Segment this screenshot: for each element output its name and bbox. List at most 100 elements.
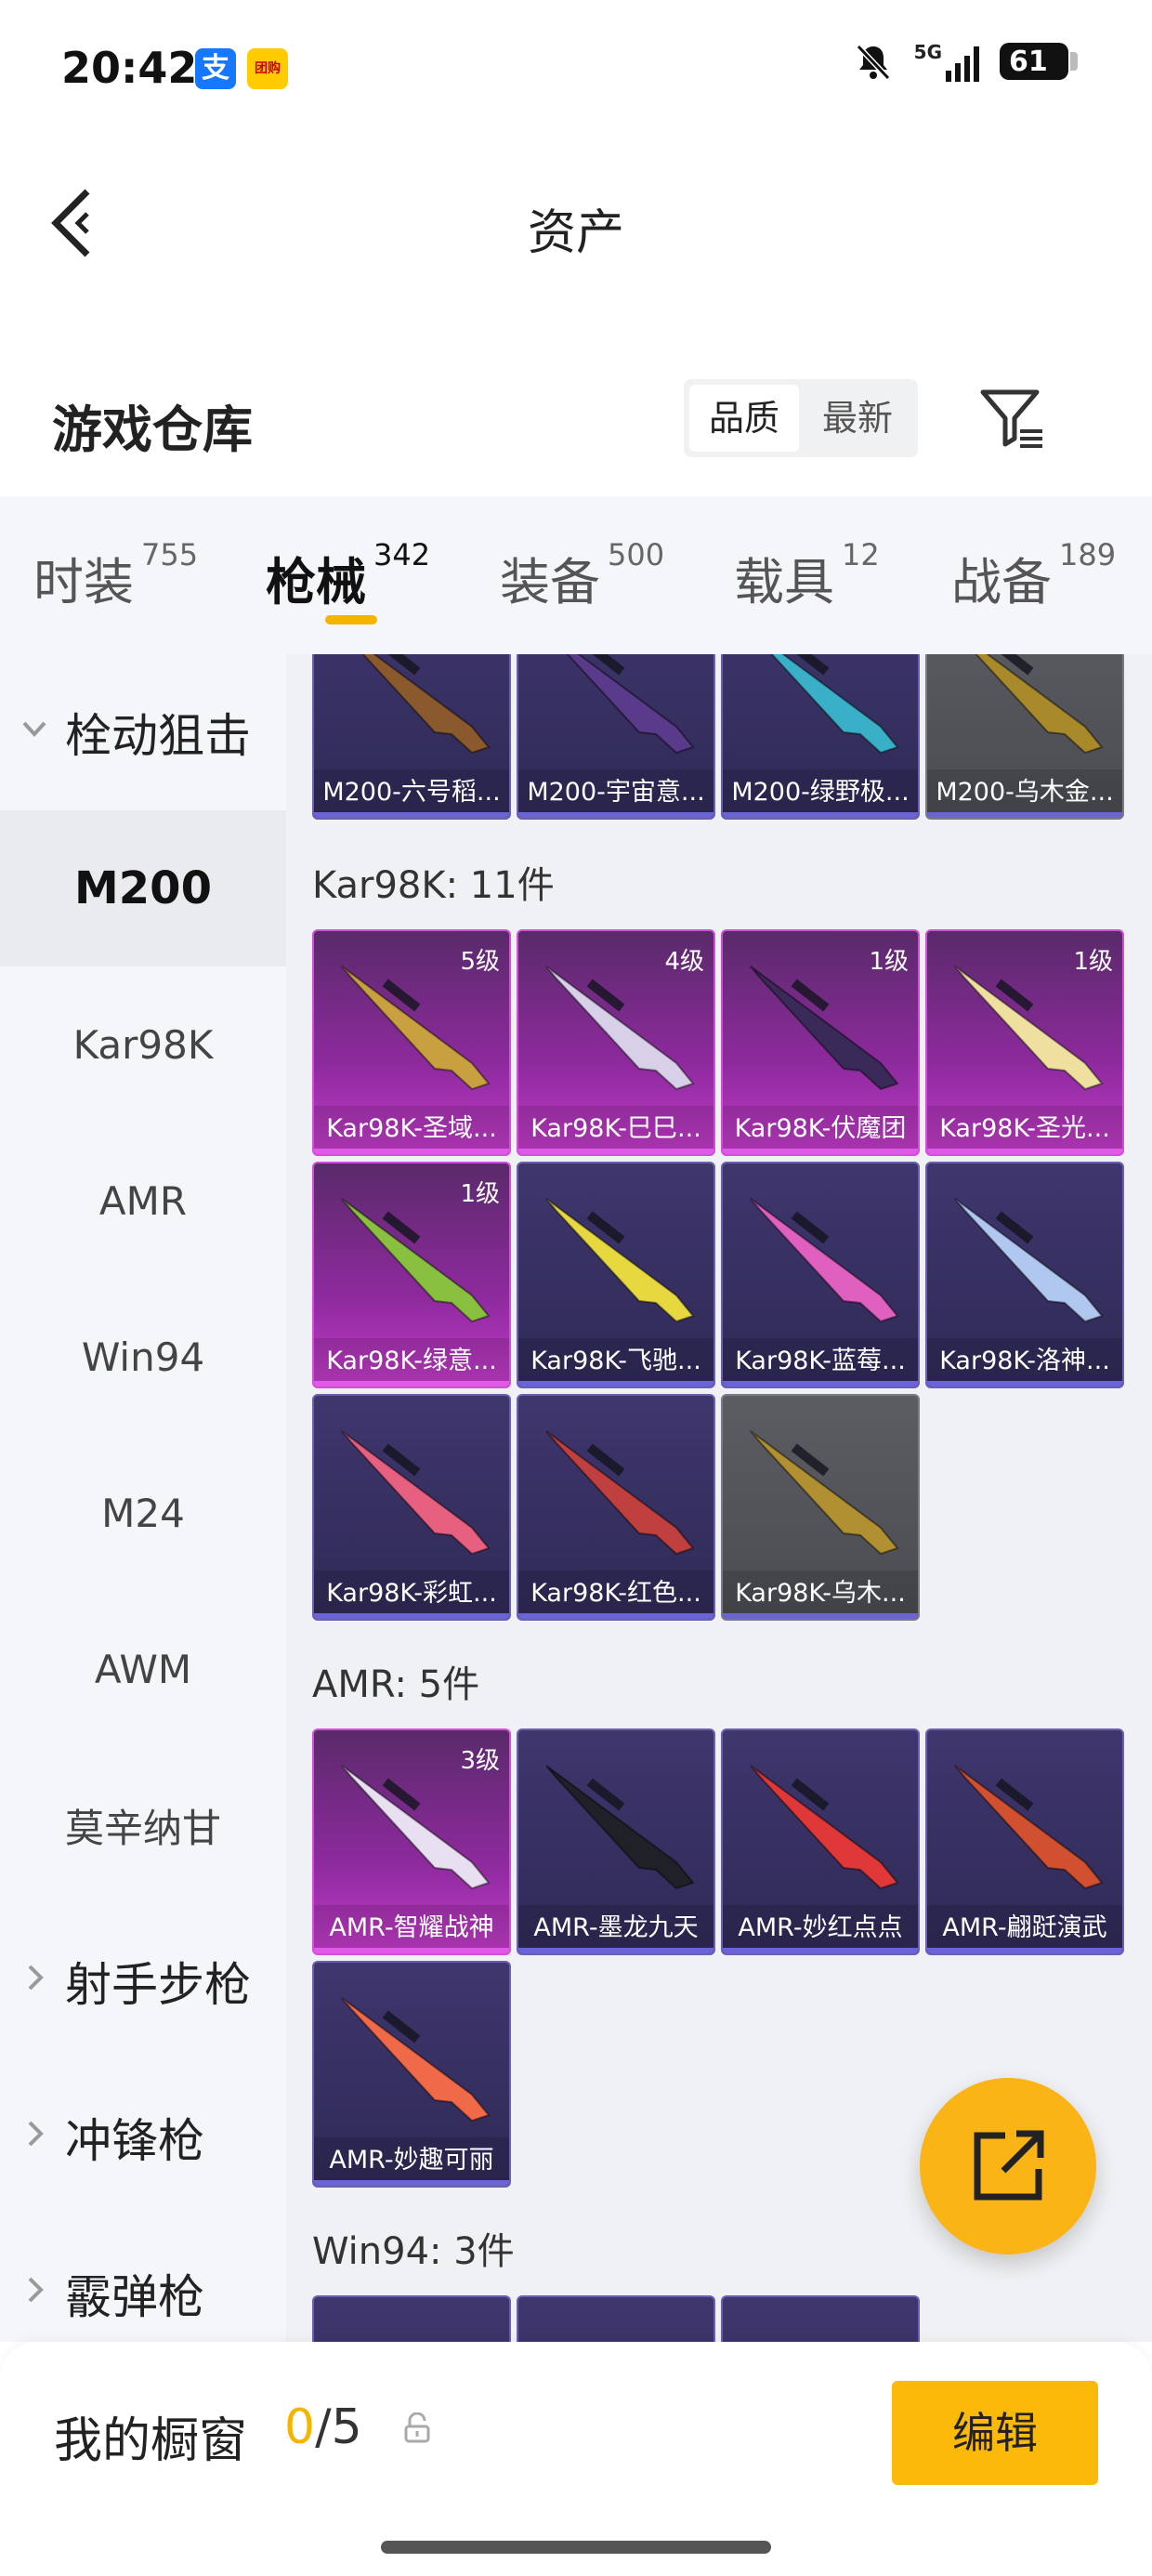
sidebar-item-amr[interactable]: AMR bbox=[0, 1123, 286, 1279]
sidebar-item-m24[interactable]: M24 bbox=[0, 1435, 286, 1591]
lock-icon bbox=[404, 2412, 430, 2443]
weapon-card[interactable]: 1级 Kar98K-圣光... bbox=[925, 929, 1124, 1156]
weapon-card[interactable]: Kar98K-飞驰... bbox=[517, 1162, 715, 1388]
chevron-right-icon bbox=[28, 1965, 44, 1991]
weapon-card[interactable]: AMR-墨龙九天 bbox=[517, 1728, 715, 1955]
sort-newest-option[interactable]: 最新 bbox=[803, 385, 912, 452]
network-type: 5G bbox=[913, 41, 942, 63]
showcase-count-total: /5 bbox=[315, 2399, 362, 2455]
sidebar-group-shotgun[interactable]: 霰弹枪 bbox=[0, 2215, 286, 2342]
rifle-icon bbox=[750, 1198, 899, 1323]
weapon-card[interactable]: Kar98K-乌木... bbox=[721, 1394, 920, 1621]
weapon-card[interactable]: M200-宇宙意... bbox=[517, 654, 715, 820]
sidebar-group-label: 栓动狙击 bbox=[65, 709, 251, 763]
tab-label: 载具 bbox=[734, 553, 834, 611]
weapon-name: M200-绿野极... bbox=[723, 769, 918, 818]
sort-quality-option[interactable]: 品质 bbox=[689, 385, 799, 452]
tab-count: 342 bbox=[373, 537, 431, 572]
tab-vehicles[interactable]: 载具 12 bbox=[734, 537, 880, 614]
weapon-name: Kar98K-洛神... bbox=[927, 1338, 1122, 1387]
rifle-icon bbox=[750, 1430, 899, 1556]
weapon-card[interactable]: AMR-翩跹演武 bbox=[925, 1728, 1124, 1955]
sidebar-item-win94[interactable]: Win94 bbox=[0, 1279, 286, 1435]
weapon-card[interactable]: 5级 Kar98K-圣域... bbox=[312, 929, 511, 1156]
weapon-card[interactable]: 1级 Kar98K-绿意... bbox=[312, 1162, 511, 1388]
weapon-level: 1级 bbox=[460, 1180, 500, 1208]
weapon-card[interactable]: 4级 Kar98K-巳巳... bbox=[517, 929, 715, 1156]
amr-section-title: AMR: 5件 bbox=[312, 1663, 480, 1706]
sidebar-group-marksman[interactable]: 射手步枪 bbox=[0, 1903, 286, 2059]
tab-supplies[interactable]: 战备 189 bbox=[951, 537, 1116, 614]
sidebar-group-bolt-sniper[interactable]: 栓动狙击 bbox=[0, 654, 286, 810]
tab-label: 时装 bbox=[33, 553, 134, 611]
sidebar-group-smg[interactable]: 冲锋枪 bbox=[0, 2059, 286, 2215]
sidebar-item-kar98k[interactable]: Kar98K bbox=[0, 966, 286, 1123]
category-tabs: 时装 755 枪械 342 装备 500 载具 12 战备 189 bbox=[0, 496, 1152, 654]
warehouse-title: 游戏仓库 bbox=[52, 401, 253, 459]
rifle-icon bbox=[361, 654, 491, 755]
weapon-name: M200-六号稻... bbox=[314, 769, 509, 818]
tab-count: 189 bbox=[1059, 537, 1117, 572]
kar98k-section-title: Kar98K: 11件 bbox=[312, 864, 555, 907]
weapon-name: Kar98K-红色... bbox=[518, 1571, 713, 1619]
rifle-icon bbox=[750, 1765, 899, 1890]
rifle-icon bbox=[545, 1765, 695, 1890]
group-buy-app-icon: 团购 bbox=[247, 48, 288, 89]
weapon-card[interactable]: Kar98K-蓝莓... bbox=[721, 1162, 920, 1388]
weapon-name: Kar98K-巳巳... bbox=[518, 1106, 713, 1154]
rifle-icon bbox=[341, 1997, 491, 2123]
sort-toggle: 品质 最新 bbox=[684, 379, 918, 457]
weapon-card[interactable]: AMR-妙红点点 bbox=[721, 1728, 920, 1955]
tab-count: 12 bbox=[842, 537, 880, 572]
filter-icon[interactable] bbox=[977, 385, 1048, 455]
weapon-card[interactable]: M200-乌木金... bbox=[925, 654, 1124, 820]
showcase-label: 我的橱窗 bbox=[54, 2413, 248, 2469]
weapon-card[interactable] bbox=[721, 2295, 920, 2342]
home-indicator bbox=[381, 2541, 771, 2554]
weapon-card[interactable]: Kar98K-红色... bbox=[517, 1394, 715, 1621]
rifle-icon bbox=[975, 654, 1104, 755]
signal-icon: 5G bbox=[914, 41, 979, 82]
rifle-icon bbox=[545, 1198, 695, 1323]
share-fab[interactable] bbox=[920, 2078, 1096, 2254]
weapon-card[interactable]: M200-绿野极... bbox=[721, 654, 920, 820]
tab-fashion[interactable]: 时装 755 bbox=[33, 537, 198, 614]
rifle-icon bbox=[341, 1430, 491, 1556]
rifle-icon bbox=[566, 654, 695, 755]
status-time: 20:42 bbox=[61, 43, 198, 93]
weapon-card[interactable]: 3级 AMR-智耀战神 bbox=[312, 1728, 511, 1955]
weapon-name: Kar98K-圣光... bbox=[927, 1106, 1122, 1154]
weapon-name: Kar98K-蓝莓... bbox=[723, 1338, 918, 1387]
sidebar-item-m200[interactable]: M200 bbox=[0, 810, 286, 966]
weapon-name: AMR-妙红点点 bbox=[723, 1905, 918, 1953]
tab-count: 500 bbox=[608, 537, 665, 572]
weapon-sidebar: 栓动狙击 M200 Kar98K AMR Win94 M24 AWM 莫辛纳甘 … bbox=[0, 654, 286, 2342]
showcase-count-current: 0 bbox=[284, 2399, 316, 2455]
showcase-bar: 我的橱窗 0/5 编辑 bbox=[0, 2342, 1152, 2576]
weapon-name: AMR-墨龙九天 bbox=[518, 1905, 713, 1953]
sidebar-group-label: 冲锋枪 bbox=[65, 2114, 204, 2168]
weapon-card[interactable] bbox=[312, 2295, 511, 2342]
tab-firearms[interactable]: 枪械 342 bbox=[266, 537, 430, 614]
weapon-level: 4级 bbox=[664, 948, 704, 976]
rifle-icon bbox=[545, 1430, 695, 1556]
sidebar-group-label: 霰弹枪 bbox=[65, 2270, 204, 2324]
sidebar-item-mosin[interactable]: 莫辛纳甘 bbox=[0, 1747, 286, 1903]
weapon-card[interactable]: Kar98K-彩虹... bbox=[312, 1394, 511, 1621]
status-right: 5G 61 bbox=[853, 41, 1078, 82]
chevron-right-icon bbox=[28, 2121, 44, 2147]
weapon-card[interactable]: 1级 Kar98K-伏魔团 bbox=[721, 929, 920, 1156]
battery-icon: 61 bbox=[1000, 43, 1078, 80]
weapon-card[interactable]: AMR-妙趣可丽 bbox=[312, 1961, 511, 2188]
edit-button[interactable]: 编辑 bbox=[892, 2381, 1098, 2485]
weapon-level: 1级 bbox=[869, 948, 909, 976]
tab-equipment[interactable]: 装备 500 bbox=[500, 537, 664, 614]
weapon-name: AMR-妙趣可丽 bbox=[314, 2137, 509, 2186]
weapon-name: M200-乌木金... bbox=[927, 769, 1122, 818]
weapon-card[interactable] bbox=[517, 2295, 715, 2342]
page-title: 资产 bbox=[527, 205, 624, 261]
sidebar-item-awm[interactable]: AWM bbox=[0, 1591, 286, 1747]
weapon-name: M200-宇宙意... bbox=[518, 769, 713, 818]
weapon-card[interactable]: M200-六号稻... bbox=[312, 654, 511, 820]
weapon-card[interactable]: Kar98K-洛神... bbox=[925, 1162, 1124, 1388]
